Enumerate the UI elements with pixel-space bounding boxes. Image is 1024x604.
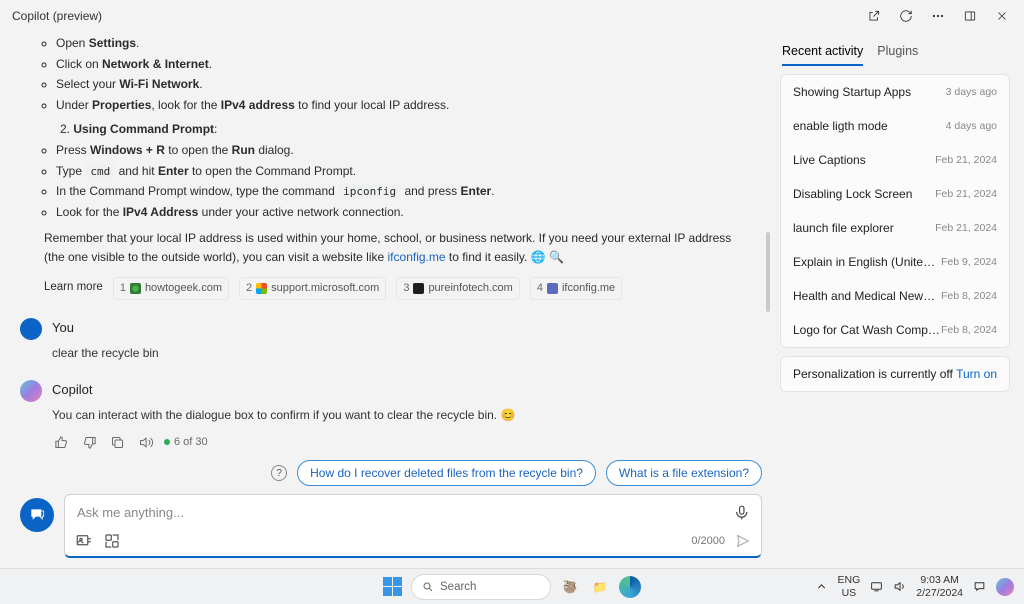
cmd-substeps: Press Windows + R to open the Run dialog…: [20, 141, 750, 221]
recent-item[interactable]: Showing Startup Apps3 days ago: [781, 75, 1009, 109]
suggestion-chip[interactable]: What is a file extension?: [606, 460, 762, 486]
copilot-message: Copilot You can interact with the dialog…: [20, 380, 750, 425]
open-external-icon[interactable]: [860, 4, 888, 28]
user-text: clear the recycle bin: [52, 344, 159, 363]
image-search-icon[interactable]: [75, 532, 93, 550]
char-counter: 0/2000: [691, 533, 751, 549]
mic-icon[interactable]: [733, 504, 751, 522]
source-link[interactable]: 2support.microsoft.com: [239, 277, 386, 300]
chat-scroll[interactable]: Open Settings. Click on Network & Intern…: [20, 32, 762, 454]
recent-item[interactable]: Explain in English (United States): LTPO…: [781, 245, 1009, 279]
help-icon[interactable]: ?: [271, 465, 287, 481]
personalization-status: Personalization is currently off: [793, 367, 953, 381]
copy-icon[interactable]: [108, 433, 126, 451]
copilot-name: Copilot: [52, 380, 515, 400]
recent-item[interactable]: Disabling Lock ScreenFeb 21, 2024: [781, 177, 1009, 211]
taskbar-search[interactable]: Search: [411, 574, 551, 600]
tab-recent[interactable]: Recent activity: [782, 44, 863, 66]
copilot-avatar: [20, 380, 42, 402]
recent-item[interactable]: launch file explorerFeb 21, 2024: [781, 211, 1009, 245]
dock-icon[interactable]: [956, 4, 984, 28]
personalization-toggle[interactable]: Turn on: [956, 367, 997, 381]
system-tray: ENGUS 9:03 AM2/27/2024: [815, 574, 1024, 598]
thumbs-up-icon[interactable]: [52, 433, 70, 451]
read-aloud-icon[interactable]: [136, 433, 154, 451]
close-icon[interactable]: [988, 4, 1016, 28]
suggestions-row: ? How do I recover deleted files from th…: [20, 454, 762, 494]
favicon-icon: [413, 283, 424, 294]
side-panel: Recent activity Plugins Showing Startup …: [774, 32, 1024, 568]
start-button[interactable]: [383, 577, 403, 597]
recent-item[interactable]: Health and Medical News UpdatesFeb 8, 20…: [781, 279, 1009, 313]
learn-more-row: Learn more 1howtogeek.com 2support.micro…: [20, 277, 750, 300]
send-icon[interactable]: [735, 533, 751, 549]
new-topic-button[interactable]: [20, 498, 54, 532]
more-icon[interactable]: [924, 4, 952, 28]
source-link[interactable]: 3pureinfotech.com: [396, 277, 520, 300]
titlebar: Copilot (preview): [0, 0, 1024, 32]
plugin-icon[interactable]: [103, 532, 121, 550]
favicon-icon: [130, 283, 141, 294]
prompt-box: 0/2000: [64, 494, 762, 558]
source-link[interactable]: 1howtogeek.com: [113, 277, 229, 300]
scrollbar[interactable]: [766, 232, 770, 312]
cast-icon[interactable]: [870, 580, 883, 593]
step-counter: 6 of 30: [164, 434, 208, 451]
input-area: 0/2000: [20, 494, 762, 568]
recent-item[interactable]: Live CaptionsFeb 21, 2024: [781, 143, 1009, 177]
edge-icon[interactable]: [619, 576, 641, 598]
language-indicator[interactable]: ENGUS: [838, 574, 861, 598]
window-title: Copilot (preview): [12, 9, 102, 23]
closing-paragraph: Remember that your local IP address is u…: [20, 229, 750, 266]
chevron-up-icon[interactable]: [815, 580, 828, 593]
refresh-icon[interactable]: [892, 4, 920, 28]
learn-more-label: Learn more: [44, 279, 103, 297]
thumbs-down-icon[interactable]: [80, 433, 98, 451]
copilot-tray-icon[interactable]: [996, 578, 1014, 596]
tab-plugins[interactable]: Plugins: [877, 44, 918, 66]
settings-substeps: Open Settings. Click on Network & Intern…: [20, 34, 750, 114]
ifconfig-link[interactable]: ifconfig.me: [388, 250, 446, 264]
user-name: You: [52, 318, 159, 338]
notifications-icon[interactable]: [973, 580, 986, 593]
recent-item[interactable]: Logo for Cat Wash CompanyFeb 8, 2024: [781, 313, 1009, 347]
window-controls: [860, 4, 1016, 28]
clock[interactable]: 9:03 AM2/27/2024: [916, 574, 963, 598]
recent-list: Showing Startup Apps3 days ago enable li…: [780, 74, 1010, 348]
source-link[interactable]: 4ifconfig.me: [530, 277, 622, 300]
prompt-input[interactable]: [75, 501, 733, 524]
user-message: You clear the recycle bin: [20, 318, 750, 363]
taskbar: Search 🦥 📁 ENGUS 9:03 AM2/27/2024: [0, 568, 1024, 604]
copilot-text: You can interact with the dialogue box t…: [52, 406, 515, 425]
suggestion-chip[interactable]: How do I recover deleted files from the …: [297, 460, 596, 486]
volume-icon[interactable]: [893, 580, 906, 593]
message-actions: 6 of 30: [20, 433, 750, 451]
favicon-icon: [256, 283, 267, 294]
taskbar-app-icon[interactable]: 🦥: [559, 576, 581, 598]
file-explorer-icon[interactable]: 📁: [589, 576, 611, 598]
favicon-icon: [547, 283, 558, 294]
side-tabs: Recent activity Plugins: [780, 40, 1010, 66]
recent-item[interactable]: enable ligth mode4 days ago: [781, 109, 1009, 143]
personalization-card: Personalization is currently off Turn on: [780, 356, 1010, 392]
user-avatar: [20, 318, 42, 340]
step-2: 2. Using Command Prompt:: [20, 120, 750, 139]
